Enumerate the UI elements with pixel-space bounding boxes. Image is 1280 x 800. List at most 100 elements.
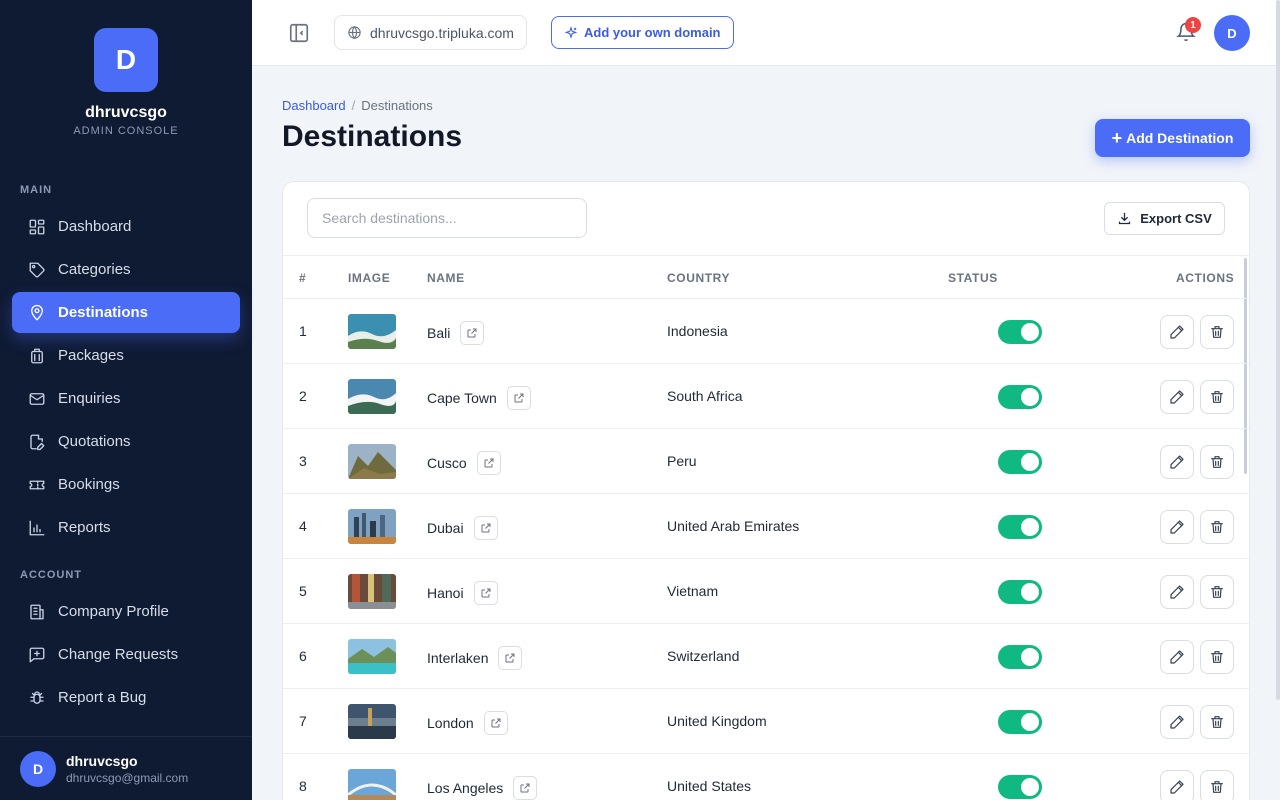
- search-input[interactable]: [307, 198, 587, 238]
- sidebar-item-quotations[interactable]: Quotations: [12, 421, 240, 462]
- add-destination-button[interactable]: + Add Destination: [1095, 119, 1250, 157]
- sidebar-toggle-icon[interactable]: [288, 22, 310, 44]
- destination-name-cell: Dubai: [427, 516, 498, 540]
- user-profile[interactable]: D dhruvcsgo dhruvcsgo@gmail.com: [0, 736, 252, 800]
- sparkle-icon: [564, 25, 578, 39]
- sidebar-item-label: Report a Bug: [58, 689, 147, 706]
- topbar: dhruvcsgo.tripluka.com Add your own doma…: [252, 0, 1280, 66]
- page-scrollbar[interactable]: [1276, 0, 1280, 700]
- external-link-icon[interactable]: [473, 581, 498, 605]
- delete-button[interactable]: [1200, 315, 1234, 349]
- toggle-knob: [1021, 323, 1039, 341]
- delete-button[interactable]: [1200, 510, 1234, 544]
- header-country[interactable]: COUNTRY: [667, 271, 730, 285]
- external-link-icon[interactable]: [506, 386, 531, 410]
- destinations-card: Export CSV # IMAGE NAME COUNTRY STATUS A…: [282, 181, 1250, 800]
- external-link-icon[interactable]: [473, 516, 498, 540]
- pencil-icon: [1170, 520, 1184, 534]
- destination-name-cell: Cape Town: [427, 386, 531, 410]
- trash-icon: [1211, 391, 1223, 403]
- destination-name: London: [427, 715, 474, 731]
- table-header: # IMAGE NAME COUNTRY STATUS ACTIONS: [283, 255, 1249, 299]
- avatar: D: [20, 750, 56, 787]
- edit-button[interactable]: [1160, 575, 1194, 609]
- trash-icon: [1211, 521, 1223, 533]
- sidebar-item-enquiries[interactable]: Enquiries: [12, 378, 240, 419]
- status-toggle[interactable]: [998, 320, 1042, 344]
- destination-country: Peru: [667, 453, 697, 469]
- sidebar-item-destinations[interactable]: Destinations: [12, 292, 240, 333]
- table-row: 4 Dubai United Arab Emirates: [283, 494, 1249, 559]
- sidebar-item-categories[interactable]: Categories: [12, 249, 240, 290]
- toggle-knob: [1021, 648, 1039, 666]
- external-link-icon[interactable]: [476, 451, 501, 475]
- trash-icon: [1211, 586, 1223, 598]
- page-title: Destinations: [282, 120, 463, 153]
- table-row: 2 Cape Town South Africa: [283, 364, 1249, 429]
- header-num: #: [299, 271, 307, 285]
- download-icon: [1119, 212, 1131, 225]
- external-link-icon[interactable]: [498, 646, 523, 670]
- sidebar-item-report-bug[interactable]: Report a Bug: [12, 677, 240, 718]
- user-email: dhruvcsgo@gmail.com: [66, 770, 189, 785]
- delete-button[interactable]: [1200, 770, 1234, 800]
- destination-country: South Africa: [667, 388, 743, 404]
- sidebar-item-reports[interactable]: Reports: [12, 507, 240, 548]
- edit-button[interactable]: [1160, 380, 1194, 414]
- status-toggle[interactable]: [998, 775, 1042, 799]
- user-info: dhruvcsgo dhruvcsgo@gmail.com: [66, 753, 188, 785]
- destination-country: United States: [667, 778, 752, 794]
- user-name: dhruvcsgo: [66, 752, 138, 769]
- status-toggle[interactable]: [998, 710, 1042, 734]
- sidebar-item-label: Change Requests: [58, 646, 179, 663]
- external-link-icon[interactable]: [513, 776, 538, 800]
- globe-icon: [348, 25, 361, 40]
- edit-button[interactable]: [1160, 770, 1194, 800]
- sidebar-item-bookings[interactable]: Bookings: [12, 464, 240, 505]
- edit-button[interactable]: [1160, 640, 1194, 674]
- delete-button[interactable]: [1200, 705, 1234, 739]
- breadcrumb-link-dashboard[interactable]: Dashboard: [282, 98, 346, 113]
- status-toggle[interactable]: [998, 515, 1042, 539]
- external-link-icon[interactable]: [460, 321, 485, 345]
- destination-name-cell: Interlaken: [427, 646, 523, 670]
- status-toggle[interactable]: [998, 580, 1042, 604]
- external-link-icon[interactable]: [483, 711, 508, 735]
- domain-pill[interactable]: dhruvcsgo.tripluka.com: [334, 15, 527, 50]
- section-label-account: ACCOUNT: [20, 569, 82, 581]
- toggle-knob: [1021, 453, 1039, 471]
- destination-country: Indonesia: [667, 323, 728, 339]
- edit-button[interactable]: [1160, 445, 1194, 479]
- brand: D dhruvcsgo ADMIN CONSOLE: [0, 28, 252, 137]
- delete-button[interactable]: [1200, 575, 1234, 609]
- avatar[interactable]: D: [1214, 15, 1250, 51]
- status-toggle[interactable]: [998, 645, 1042, 669]
- bar-chart-icon: [28, 519, 46, 537]
- delete-button[interactable]: [1200, 640, 1234, 674]
- sidebar-item-label: Enquiries: [58, 390, 121, 407]
- trash-icon: [1211, 781, 1223, 793]
- pencil-icon: [1170, 780, 1184, 794]
- add-domain-button[interactable]: Add your own domain: [551, 16, 734, 49]
- table-row: 8 Los Angeles United States: [283, 754, 1249, 800]
- delete-button[interactable]: [1200, 380, 1234, 414]
- sidebar-item-label: Quotations: [58, 433, 131, 450]
- edit-button[interactable]: [1160, 315, 1194, 349]
- building-icon: [28, 603, 46, 621]
- plus-icon: +: [1111, 128, 1123, 148]
- pencil-icon: [1170, 390, 1184, 404]
- sidebar-item-company-profile[interactable]: Company Profile: [12, 591, 240, 632]
- sidebar-item-dashboard[interactable]: Dashboard: [12, 206, 240, 247]
- header-name[interactable]: NAME: [427, 271, 465, 285]
- status-toggle[interactable]: [998, 450, 1042, 474]
- edit-button[interactable]: [1160, 705, 1194, 739]
- delete-button[interactable]: [1200, 445, 1234, 479]
- export-csv-button[interactable]: Export CSV: [1104, 202, 1225, 235]
- luggage-icon: [28, 347, 46, 365]
- edit-button[interactable]: [1160, 510, 1194, 544]
- sidebar-item-packages[interactable]: Packages: [12, 335, 240, 376]
- sidebar-item-change-requests[interactable]: Change Requests: [12, 634, 240, 675]
- status-toggle[interactable]: [998, 385, 1042, 409]
- destination-name: Hanoi: [427, 585, 464, 601]
- trash-icon: [1211, 326, 1223, 338]
